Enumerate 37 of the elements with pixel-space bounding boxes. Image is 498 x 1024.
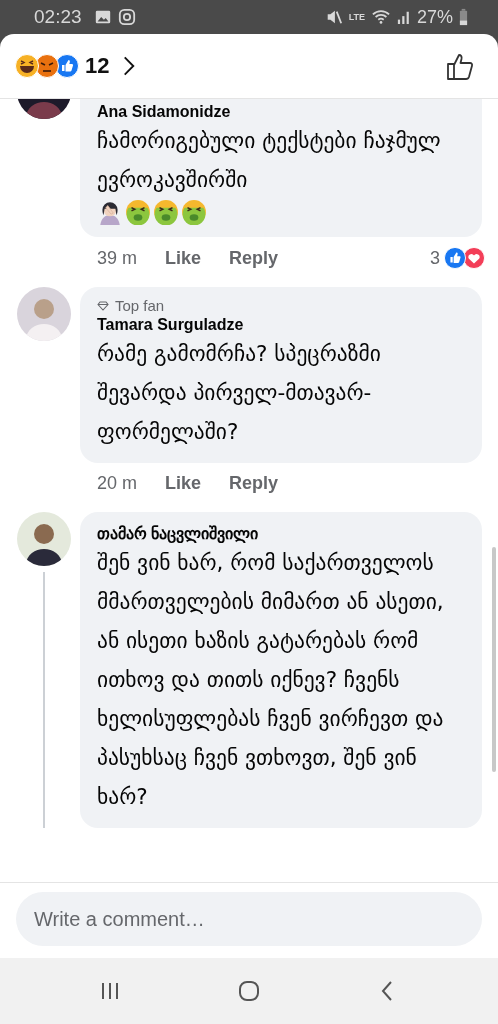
network-label: LTE (348, 12, 365, 22)
camera-icon (117, 8, 136, 26)
author-name[interactable]: თამარ ნაცვლიშვილი (97, 524, 466, 543)
facepalm-icon (97, 199, 123, 225)
comment-text: რამე გამომრჩა? სპეცრაზმი შევარდა პირველ-მთავარ-ფორმელაში? (97, 340, 382, 446)
vomiting-face-icon (181, 199, 207, 225)
like-reaction-icon (55, 54, 79, 78)
comment-action-link[interactable]: Like (165, 247, 202, 269)
angry-reaction-icon (35, 54, 59, 78)
home-icon[interactable] (237, 979, 261, 1003)
battery-level: 27% (416, 6, 453, 28)
love-reaction-icon (463, 247, 485, 269)
battery-icon (459, 8, 468, 26)
badge-label: Top fan (115, 297, 165, 314)
scrollbar[interactable] (492, 547, 496, 772)
diamond-icon (97, 300, 109, 311)
author-name[interactable]: Tamara Surguladze (97, 316, 466, 334)
comment-action-link[interactable]: Like (165, 473, 202, 494)
chevron-right-icon[interactable] (123, 55, 136, 77)
comment-text: ჩამორიგებული ტექსტები ჩაჯმულ ევროკავშირში (97, 127, 442, 194)
comment-text: შენ ვინ ხარ, რომ საქართველოს მმართველების მიმართ ან ასეთი, ან ისეთი ხაზის გატარებას რომ ითხოვ და თითს იქნევ? ჩვენს ხელისუფლებას ჩვენ ვირჩევთ და პასუხსაც ჩვენ ვთხოვთ, შენ ვინ ხარ? (97, 549, 445, 811)
comment-action-link[interactable]: Reply (229, 473, 279, 494)
vomiting-face-icon (125, 199, 151, 225)
comment-time: 20 m (97, 473, 138, 494)
vomiting-face-icon (153, 199, 179, 225)
like-reaction-icon (444, 247, 466, 269)
author-name[interactable]: Ana Sidamonidze (97, 103, 466, 121)
comment-time: 39 m (97, 247, 138, 269)
comment-action-link[interactable]: Reply (229, 247, 279, 269)
reaction-count[interactable]: 12 (85, 53, 110, 79)
clock: 02:23 (34, 6, 82, 28)
image-icon (93, 8, 112, 26)
thumbs-up-icon[interactable] (446, 51, 474, 81)
haha-reaction-icon (15, 54, 39, 78)
reaction-count[interactable]: 3 (430, 247, 440, 269)
wifi-icon (370, 8, 391, 26)
comment-field[interactable]: Write a comment… (16, 892, 482, 946)
